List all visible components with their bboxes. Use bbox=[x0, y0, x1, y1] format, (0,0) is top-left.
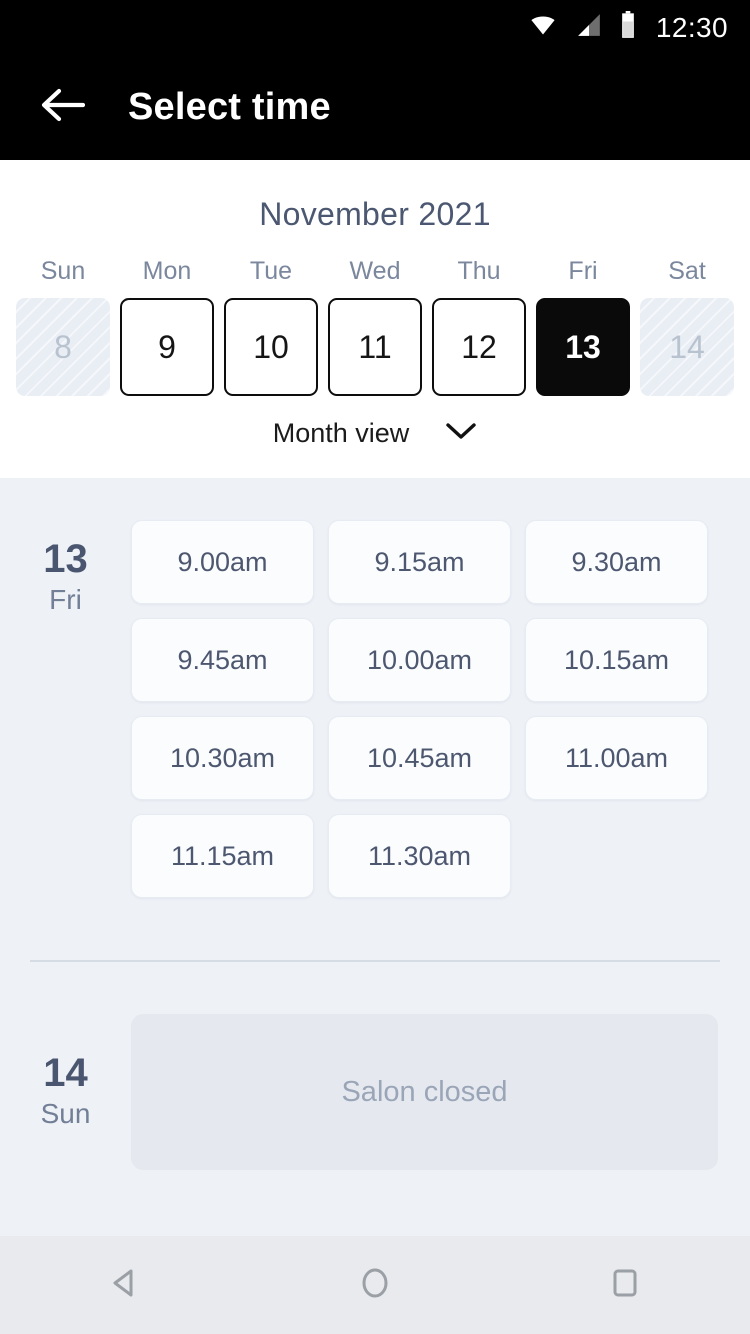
day-header: Tue bbox=[249, 257, 293, 285]
app-bar: Select time bbox=[0, 55, 750, 160]
nav-home-icon bbox=[355, 1263, 395, 1308]
day-header: Sat bbox=[668, 257, 706, 285]
back-arrow-icon bbox=[39, 86, 86, 129]
day-header: Wed bbox=[349, 257, 401, 285]
day-header: Fri bbox=[568, 257, 598, 285]
nav-back-icon bbox=[105, 1263, 145, 1308]
time-slot[interactable]: 10.00am bbox=[328, 618, 511, 702]
schedule-divider bbox=[30, 960, 720, 962]
time-slot[interactable]: 9.30am bbox=[525, 520, 708, 604]
day-header: Sun bbox=[40, 257, 86, 285]
schedule-day-label: 14 Sun bbox=[0, 1014, 131, 1170]
wifi-icon bbox=[528, 13, 558, 42]
day-header: Mon bbox=[142, 257, 192, 285]
schedule-day-name: Sun bbox=[40, 1098, 91, 1129]
schedule-day-name: Fri bbox=[49, 584, 82, 615]
time-slot[interactable]: 10.15am bbox=[525, 618, 708, 702]
android-nav-bar bbox=[0, 1236, 750, 1334]
calendar-month-title: November 2021 bbox=[259, 196, 491, 232]
chevron-down-icon bbox=[445, 421, 477, 446]
month-view-selector[interactable]: Month view bbox=[0, 418, 750, 449]
page-title: Select time bbox=[128, 86, 331, 128]
back-button[interactable] bbox=[20, 66, 104, 150]
schedule-day-label: 13 Fri bbox=[0, 478, 131, 898]
calendar-date-cell-11[interactable]: 11 bbox=[328, 298, 422, 396]
status-bar-clock: 12:30 bbox=[655, 11, 728, 43]
nav-back-button[interactable] bbox=[70, 1236, 180, 1334]
nav-home-button[interactable] bbox=[320, 1236, 430, 1334]
phone-screen: 12:30 Select time November 2021 Sun Mon … bbox=[0, 0, 750, 1334]
schedule-day-13: 13 Fri 9.00am 9.15am 9.30am 9.45am 10.00… bbox=[0, 478, 750, 898]
schedule-day-number: 13 bbox=[43, 537, 88, 581]
nav-recents-icon bbox=[605, 1263, 645, 1308]
time-slot[interactable]: 10.45am bbox=[328, 716, 511, 800]
calendar-date-cell-12[interactable]: 12 bbox=[432, 298, 526, 396]
status-bar: 12:30 bbox=[0, 0, 750, 55]
salon-closed-card: Salon closed bbox=[131, 1014, 718, 1170]
time-slot[interactable]: 9.00am bbox=[131, 520, 314, 604]
calendar-date-cell-13[interactable]: 13 bbox=[536, 298, 630, 396]
schedule-list: 13 Fri 9.00am 9.15am 9.30am 9.45am 10.00… bbox=[0, 478, 750, 1234]
schedule-day-14: 14 Sun Salon closed bbox=[0, 1014, 750, 1170]
day-header: Thu bbox=[457, 257, 501, 285]
calendar-day-headers: Sun Mon Tue Wed Thu Fri Sat bbox=[0, 257, 750, 286]
calendar-panel: November 2021 Sun Mon Tue Wed Thu Fri Sa… bbox=[0, 160, 750, 478]
time-slot[interactable]: 11.30am bbox=[328, 814, 511, 898]
calendar-date-cell-9[interactable]: 9 bbox=[120, 298, 214, 396]
status-bar-icons bbox=[528, 11, 636, 44]
time-slot[interactable]: 10.30am bbox=[131, 716, 314, 800]
calendar-date-cell-14: 14 bbox=[640, 298, 734, 396]
calendar-date-cell-10[interactable]: 10 bbox=[224, 298, 318, 396]
nav-recents-button[interactable] bbox=[570, 1236, 680, 1334]
calendar-date-cell-8: 8 bbox=[16, 298, 110, 396]
time-slot[interactable]: 11.15am bbox=[131, 814, 314, 898]
signal-icon bbox=[575, 12, 603, 43]
battery-icon bbox=[620, 11, 636, 44]
time-slot[interactable]: 11.00am bbox=[525, 716, 708, 800]
time-slot-grid: 9.00am 9.15am 9.30am 9.45am 10.00am 10.1… bbox=[131, 478, 750, 898]
schedule-day-number: 14 bbox=[43, 1051, 88, 1095]
month-view-label: Month view bbox=[272, 418, 410, 448]
time-slot[interactable]: 9.15am bbox=[328, 520, 511, 604]
calendar-date-row: 8 9 10 11 12 13 14 bbox=[0, 298, 750, 396]
time-slot[interactable]: 9.45am bbox=[131, 618, 314, 702]
